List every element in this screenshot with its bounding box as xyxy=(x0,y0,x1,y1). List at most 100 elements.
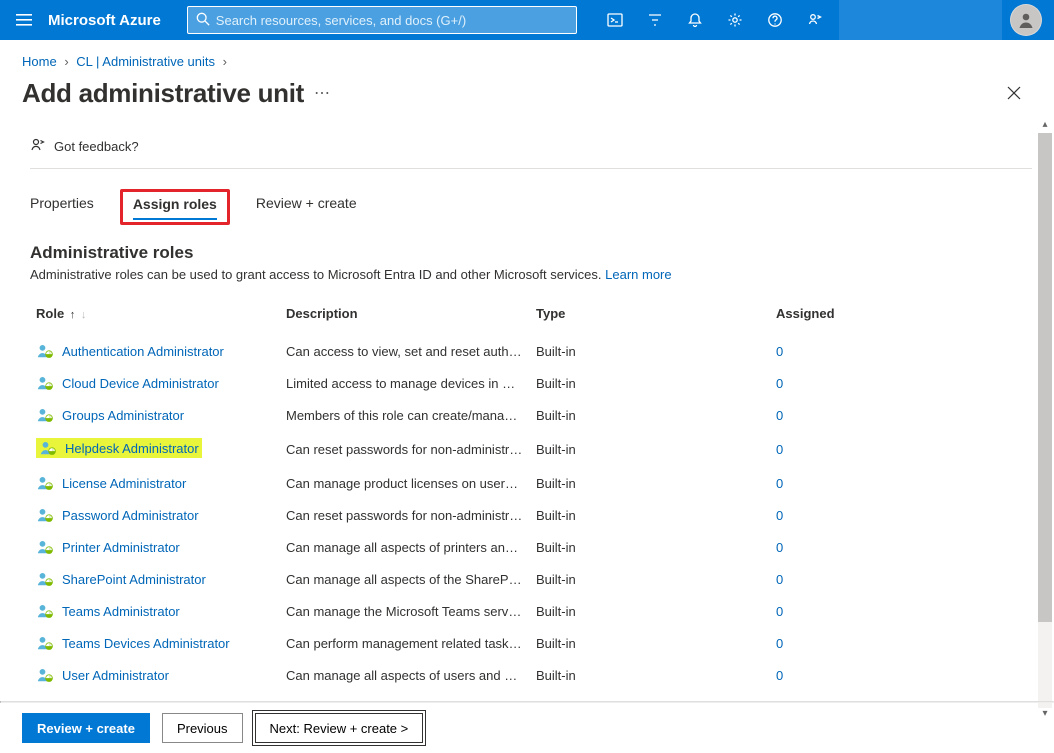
column-assigned[interactable]: Assigned xyxy=(770,296,1032,335)
role-type: Built-in xyxy=(530,659,770,691)
role-description: Members of this role can create/manag… xyxy=(280,399,530,431)
role-name-link[interactable]: Teams Devices Administrator xyxy=(62,636,230,651)
close-blade-button[interactable] xyxy=(1002,75,1026,111)
scrollbar-thumb[interactable] xyxy=(1038,133,1052,622)
role-assigned-count[interactable]: 0 xyxy=(776,442,783,457)
role-name-link[interactable]: Cloud Device Administrator xyxy=(62,376,219,391)
chevron-right-icon: › xyxy=(60,54,72,69)
more-icon[interactable]: ⋯ xyxy=(314,83,330,103)
role-name-link[interactable]: Password Administrator xyxy=(62,508,199,523)
role-type: Built-in xyxy=(530,595,770,627)
section-subtitle-text: Administrative roles can be used to gran… xyxy=(30,267,605,282)
role-description: Limited access to manage devices in Mi… xyxy=(280,367,530,399)
role-type: Built-in xyxy=(530,399,770,431)
role-assigned-count[interactable]: 0 xyxy=(776,572,783,587)
tab-properties[interactable]: Properties xyxy=(30,195,94,225)
cloud-shell-icon[interactable] xyxy=(595,0,635,40)
chevron-right-icon: › xyxy=(219,54,231,69)
help-icon[interactable] xyxy=(755,0,795,40)
sort-desc-icon: ↓ xyxy=(81,309,87,321)
table-row[interactable]: Printer Administrator Can manage all asp… xyxy=(30,531,1032,563)
global-search[interactable] xyxy=(187,6,577,34)
role-assigned-count[interactable]: 0 xyxy=(776,636,783,651)
role-assigned-count[interactable]: 0 xyxy=(776,408,783,423)
feedback-icon[interactable] xyxy=(795,0,835,40)
column-role[interactable]: Role ↑ ↓ xyxy=(30,296,280,335)
filter-icon[interactable] xyxy=(635,0,675,40)
brand-label[interactable]: Microsoft Azure xyxy=(48,12,187,29)
role-type: Built-in xyxy=(530,499,770,531)
breadcrumb: Home › CL | Administrative units › xyxy=(0,40,1054,75)
table-row[interactable]: Password Administrator Can reset passwor… xyxy=(30,499,1032,531)
column-type[interactable]: Type xyxy=(530,296,770,335)
role-assigned-count[interactable]: 0 xyxy=(776,668,783,683)
role-type: Built-in xyxy=(530,431,770,467)
role-name-link[interactable]: License Administrator xyxy=(62,476,186,491)
table-row[interactable]: License Administrator Can manage product… xyxy=(30,467,1032,499)
tab-assign-roles-highlight: Assign roles xyxy=(120,189,230,225)
vertical-scrollbar[interactable]: ▴ ▾ xyxy=(1038,119,1052,722)
next-button[interactable]: Next: Review + create > xyxy=(255,713,424,743)
role-name-link[interactable]: Authentication Administrator xyxy=(62,344,224,359)
review-create-button[interactable]: Review + create xyxy=(22,713,150,743)
role-name-link[interactable]: Teams Administrator xyxy=(62,604,180,619)
role-assigned-count[interactable]: 0 xyxy=(776,604,783,619)
topbar-spacer xyxy=(839,0,1002,40)
role-assigned-count[interactable]: 0 xyxy=(776,344,783,359)
role-type: Built-in xyxy=(530,467,770,499)
role-description: Can manage product licenses on users … xyxy=(280,467,530,499)
table-row[interactable]: Authentication Administrator Can access … xyxy=(30,335,1032,367)
learn-more-link[interactable]: Learn more xyxy=(605,267,671,282)
hamburger-menu[interactable] xyxy=(0,12,48,28)
role-name-link[interactable]: Helpdesk Administrator xyxy=(65,441,199,456)
breadcrumb-home[interactable]: Home xyxy=(22,54,57,69)
role-description: Can manage the Microsoft Teams service. xyxy=(280,595,530,627)
table-row[interactable]: User Administrator Can manage all aspect… xyxy=(30,659,1032,691)
table-row[interactable]: SharePoint Administrator Can manage all … xyxy=(30,563,1032,595)
feedback-label: Got feedback? xyxy=(54,139,139,154)
role-name-link[interactable]: SharePoint Administrator xyxy=(62,572,206,587)
page-title: Add administrative unit xyxy=(22,78,304,109)
role-name-link[interactable]: Printer Administrator xyxy=(62,540,180,555)
tab-assign-roles[interactable]: Assign roles xyxy=(133,196,217,220)
role-icon xyxy=(36,342,54,360)
role-name-link[interactable]: User Administrator xyxy=(62,668,169,683)
table-row[interactable]: Cloud Device Administrator Limited acces… xyxy=(30,367,1032,399)
section-subtitle: Administrative roles can be used to gran… xyxy=(30,267,1032,282)
role-assigned-count[interactable]: 0 xyxy=(776,476,783,491)
role-description: Can manage all aspects of printers and … xyxy=(280,531,530,563)
role-assigned-count[interactable]: 0 xyxy=(776,540,783,555)
table-row[interactable]: Groups Administrator Members of this rol… xyxy=(30,399,1032,431)
breadcrumb-parent[interactable]: CL | Administrative units xyxy=(76,54,215,69)
scrollbar-track[interactable] xyxy=(1038,133,1052,708)
role-type: Built-in xyxy=(530,563,770,595)
scroll-up-icon[interactable]: ▴ xyxy=(1042,119,1047,133)
role-type: Built-in xyxy=(530,627,770,659)
notifications-icon[interactable] xyxy=(675,0,715,40)
table-row[interactable]: Teams Devices Administrator Can perform … xyxy=(30,627,1032,659)
role-icon xyxy=(36,506,54,524)
role-type: Built-in xyxy=(530,335,770,367)
settings-icon[interactable] xyxy=(715,0,755,40)
previous-button[interactable]: Previous xyxy=(162,713,243,743)
page-title-bar: Add administrative unit ⋯ xyxy=(0,75,1054,119)
role-assigned-count[interactable]: 0 xyxy=(776,376,783,391)
feedback-link[interactable]: Got feedback? xyxy=(30,137,1032,156)
topbar-icon-group xyxy=(595,0,835,40)
table-row[interactable]: Helpdesk Administrator Can reset passwor… xyxy=(30,431,1032,467)
role-description: Can perform management related tasks… xyxy=(280,627,530,659)
role-description: Can access to view, set and reset authe… xyxy=(280,335,530,367)
table-row[interactable]: Teams Administrator Can manage the Micro… xyxy=(30,595,1032,627)
column-description[interactable]: Description xyxy=(280,296,530,335)
role-description: Can reset passwords for non-administra… xyxy=(280,431,530,467)
tab-review-create[interactable]: Review + create xyxy=(256,195,357,225)
search-input[interactable] xyxy=(216,13,568,28)
tab-bar: Properties Assign roles Review + create xyxy=(30,195,1032,225)
account-avatar[interactable] xyxy=(1010,4,1042,36)
wizard-footer: Review + create Previous Next: Review + … xyxy=(0,703,1054,753)
divider xyxy=(30,168,1032,169)
feedback-person-icon xyxy=(30,137,46,156)
role-assigned-count[interactable]: 0 xyxy=(776,508,783,523)
azure-topbar: Microsoft Azure xyxy=(0,0,1054,40)
role-name-link[interactable]: Groups Administrator xyxy=(62,408,184,423)
